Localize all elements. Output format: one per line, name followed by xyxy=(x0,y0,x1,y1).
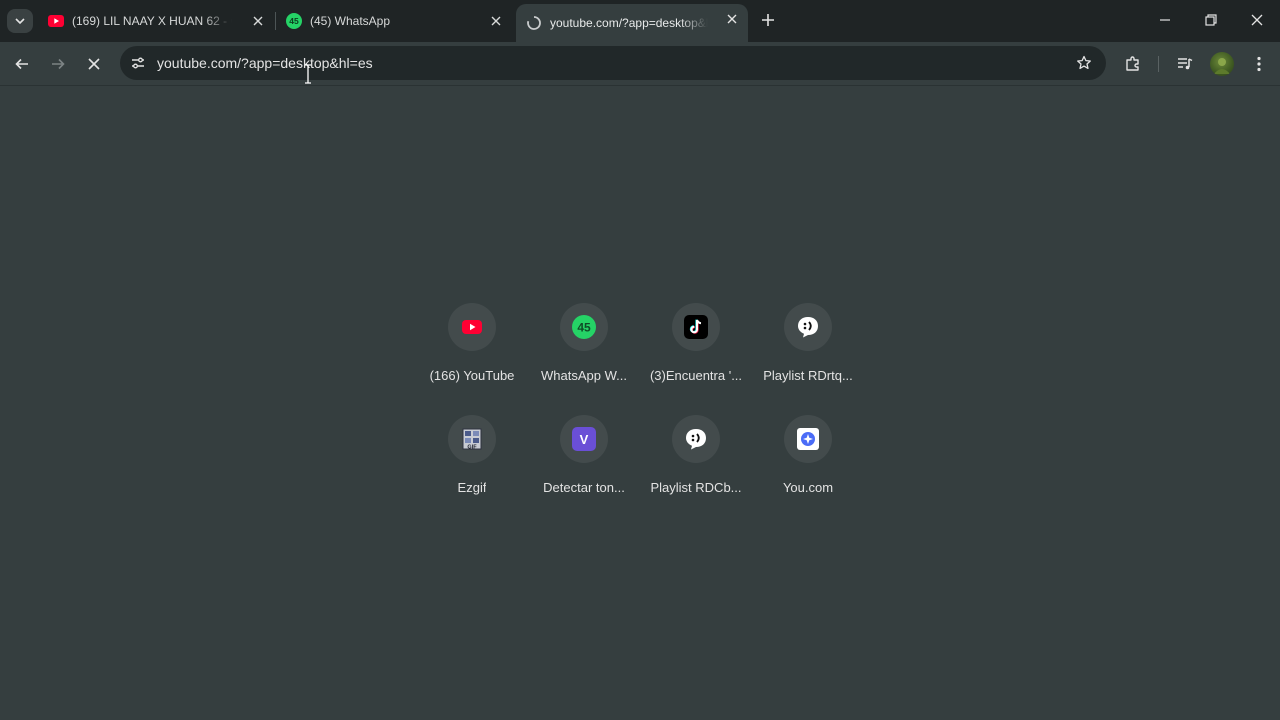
shortcut-icon-circle xyxy=(672,303,720,351)
star-icon xyxy=(1077,55,1091,70)
shortcut-ezgif[interactable]: GIF Ezgif xyxy=(416,410,528,522)
shortcut-whatsapp[interactable]: 45 WhatsApp W... xyxy=(528,298,640,410)
shortcut-icon-circle xyxy=(784,415,832,463)
shortcut-playlist-2[interactable]: Playlist RDCb... xyxy=(640,410,752,522)
shortcut-label: Playlist RDrtq... xyxy=(763,368,853,383)
new-tab-button[interactable] xyxy=(758,10,778,30)
tab-active-youtube[interactable]: youtube.com/?app=desktop&hl=es xyxy=(516,4,748,42)
profile-avatar[interactable] xyxy=(1210,52,1234,76)
arrow-left-icon xyxy=(15,58,28,70)
svg-text:GIF: GIF xyxy=(467,444,477,450)
close-tab-button[interactable] xyxy=(250,13,266,29)
v-letter-icon: V xyxy=(572,427,596,451)
forward-button[interactable] xyxy=(44,50,72,78)
youcom-icon xyxy=(797,428,819,450)
tab-title: (45) WhatsApp xyxy=(310,14,391,28)
new-tab-page: (166) YouTube 45 WhatsApp W... (3)Encuen… xyxy=(0,86,1280,720)
shortcut-label: Playlist RDCb... xyxy=(650,480,742,495)
puzzle-piece-icon xyxy=(1126,56,1139,71)
site-info-button[interactable] xyxy=(125,50,151,76)
youtube-icon xyxy=(462,320,482,334)
more-vertical-icon xyxy=(1257,56,1261,72)
shortcut-label: Detectar ton... xyxy=(543,480,625,495)
tab-search-button[interactable] xyxy=(7,9,33,33)
tiktok-icon xyxy=(684,315,708,339)
tune-icon xyxy=(132,57,144,69)
arrow-right-icon xyxy=(52,58,65,70)
youtube-icon xyxy=(48,13,64,29)
tab-whatsapp[interactable]: 45 (45) WhatsApp xyxy=(276,6,512,36)
shortcut-label: (3)Encuentra '... xyxy=(649,368,743,383)
address-bar[interactable]: youtube.com/?app=desktop&hl=es xyxy=(120,46,1106,80)
back-button[interactable] xyxy=(8,50,36,78)
whatsapp-badge: 45 xyxy=(289,16,299,26)
speech-bubble-icon xyxy=(686,429,706,450)
close-icon xyxy=(253,16,263,26)
media-controls-button[interactable] xyxy=(1171,50,1199,78)
shortcut-youtube[interactable]: (166) YouTube xyxy=(416,298,528,410)
toolbar-divider xyxy=(1158,56,1159,72)
text-cursor-icon xyxy=(305,64,311,84)
menu-button[interactable] xyxy=(1245,50,1273,78)
shortcut-label: WhatsApp W... xyxy=(541,368,627,383)
restore-button[interactable] xyxy=(1198,8,1224,32)
whatsapp-icon: 45 xyxy=(286,13,302,29)
minimize-icon xyxy=(1160,19,1170,21)
shortcut-icon-circle: 45 xyxy=(560,303,608,351)
close-icon xyxy=(88,58,100,70)
shortcuts-grid: (166) YouTube 45 WhatsApp W... (3)Encuen… xyxy=(416,298,864,522)
tab-strip: (169) LIL NAAY X HUAN 62 - OT 45 (45) Wh… xyxy=(0,0,1280,42)
speech-bubble-icon xyxy=(798,317,818,338)
close-icon xyxy=(491,16,501,26)
restore-icon xyxy=(1205,14,1217,26)
shortcut-icon-circle xyxy=(784,303,832,351)
extensions-button[interactable] xyxy=(1119,50,1147,78)
whatsapp-badge: 45 xyxy=(577,321,591,335)
browser-toolbar: youtube.com/?app=desktop&hl=es xyxy=(0,42,1280,86)
whatsapp-icon: 45 xyxy=(572,315,596,339)
shortcut-playlist-1[interactable]: Playlist RDrtq... xyxy=(752,298,864,410)
shortcut-icon-circle: V xyxy=(560,415,608,463)
close-icon xyxy=(1251,14,1263,26)
shortcut-label: Ezgif xyxy=(457,480,487,495)
shortcut-icon-circle xyxy=(672,415,720,463)
minimize-button[interactable] xyxy=(1152,8,1178,32)
shortcut-detectar[interactable]: V Detectar ton... xyxy=(528,410,640,522)
music-queue-icon xyxy=(1178,58,1193,70)
ezgif-icon: GIF xyxy=(462,428,482,450)
url-text[interactable]: youtube.com/?app=desktop&hl=es xyxy=(157,55,373,71)
shortcut-youcom[interactable]: You.com xyxy=(752,410,864,522)
tab-title: youtube.com/?app=desktop&hl=es xyxy=(550,16,708,30)
close-tab-button[interactable] xyxy=(724,11,740,27)
plus-icon xyxy=(762,14,774,26)
tab-youtube-video[interactable]: (169) LIL NAAY X HUAN 62 - OT xyxy=(38,6,274,36)
shortcut-icon-circle: GIF xyxy=(448,415,496,463)
close-icon xyxy=(727,14,737,24)
shortcut-label: You.com xyxy=(782,480,834,495)
chevron-down-icon xyxy=(15,18,25,25)
shortcut-icon-circle xyxy=(448,303,496,351)
bookmark-star-button[interactable] xyxy=(1074,53,1094,73)
avatar xyxy=(1214,58,1230,74)
tab-title: (169) LIL NAAY X HUAN 62 - OT xyxy=(72,14,232,28)
shortcut-label: (166) YouTube xyxy=(429,368,515,383)
close-tab-button[interactable] xyxy=(488,13,504,29)
close-window-button[interactable] xyxy=(1244,8,1270,32)
loading-spinner-icon xyxy=(526,15,542,31)
stop-loading-button[interactable] xyxy=(80,50,108,78)
shortcut-tiktok[interactable]: (3)Encuentra '... xyxy=(640,298,752,410)
